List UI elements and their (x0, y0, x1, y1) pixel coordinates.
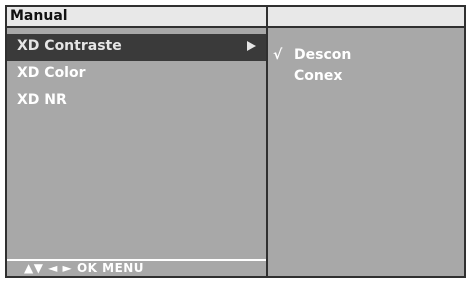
checkmark-icon: √ (273, 47, 283, 63)
submenu-arrow-icon (247, 41, 256, 51)
main-menu-panel: Manual XD Contraste XD Color XD NR ▲▼ ◄ … (7, 7, 266, 276)
navigation-hint-bar: ▲▼ ◄ ► OK MENU (7, 259, 266, 276)
menu-item-label: XD Color (17, 65, 86, 81)
submenu-options: √ Descon Conex (268, 45, 464, 87)
option-descon[interactable]: √ Descon (268, 45, 464, 66)
option-label: Conex (294, 68, 343, 84)
menu-item-label: XD Contraste (17, 38, 122, 54)
menu-item-xd-color[interactable]: XD Color (7, 61, 266, 88)
menu-item-xd-nr[interactable]: XD NR (7, 88, 266, 115)
option-label: Descon (294, 47, 352, 63)
navigation-hint: ▲▼ ◄ ► OK MENU (24, 261, 145, 275)
submenu-panel: √ Descon Conex (268, 7, 464, 276)
submenu-title-bar (268, 7, 464, 28)
option-conex[interactable]: Conex (268, 66, 464, 87)
menu-item-label: XD NR (17, 92, 67, 108)
menu-list: XD Contraste XD Color XD NR (7, 34, 266, 115)
osd-menu-frame: Manual XD Contraste XD Color XD NR ▲▼ ◄ … (5, 5, 466, 278)
menu-item-xd-contraste[interactable]: XD Contraste (7, 34, 266, 61)
menu-title: Manual (10, 8, 68, 24)
menu-title-bar: Manual (7, 7, 266, 28)
